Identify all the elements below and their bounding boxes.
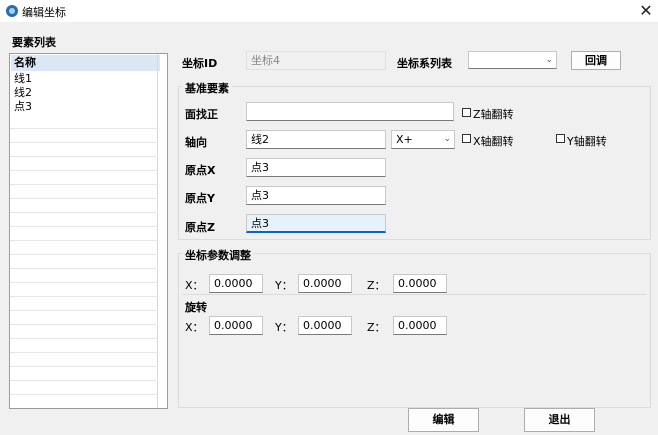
offset-y-input[interactable]: 0.0000 — [298, 274, 352, 293]
offset-z-label: Z： — [367, 279, 386, 292]
rotate-caption: 旋转 — [185, 301, 207, 314]
list-gridline — [10, 324, 158, 325]
x-flip-label: X轴翻转 — [473, 135, 514, 148]
rotate-y-input[interactable]: 0.0000 — [298, 316, 352, 335]
origin-z-input[interactable]: 点3 — [246, 214, 386, 233]
adjust-group-title: 坐标参数调整 — [182, 247, 254, 263]
list-gridline — [10, 282, 158, 283]
edit-button[interactable]: 编辑 — [408, 408, 479, 432]
list-gridline — [10, 184, 158, 185]
list-gridline — [10, 366, 158, 367]
axis-label: 轴向 — [185, 136, 207, 149]
list-column-divider — [157, 54, 158, 408]
origin-y-input[interactable]: 点3 — [246, 186, 386, 205]
offset-x-input[interactable]: 0.0000 — [209, 274, 263, 293]
list-gridline — [10, 128, 158, 129]
list-gridline — [10, 338, 158, 339]
list-gridline — [10, 394, 158, 395]
list-gridline — [10, 142, 158, 143]
close-icon[interactable]: ✕ — [636, 1, 656, 21]
window-title: 编辑坐标 — [22, 6, 66, 19]
offset-z-input[interactable]: 0.0000 — [393, 274, 447, 293]
list-item[interactable]: 线1 — [11, 72, 160, 86]
list-gridline — [10, 352, 158, 353]
list-gridline — [10, 268, 158, 269]
list-item[interactable]: 线2 — [11, 86, 160, 100]
list-gridline — [10, 212, 158, 213]
origin-y-label: 原点Y — [185, 192, 215, 205]
chevron-down-icon: ⌄ — [443, 134, 451, 144]
axis-direction-select[interactable]: X+ ⌄ — [391, 130, 455, 149]
title-bar — [0, 0, 658, 22]
origin-z-label: 原点Z — [185, 221, 215, 234]
rotate-y-label: Y： — [275, 321, 293, 334]
y-flip-checkbox[interactable] — [556, 134, 565, 143]
list-gridline — [10, 156, 158, 157]
offset-y-label: Y： — [275, 279, 293, 292]
list-gridline — [10, 310, 158, 311]
return-button[interactable]: 回调 — [571, 51, 621, 70]
coord-series-select[interactable]: ⌄ — [468, 51, 557, 69]
coord-series-label: 坐标系列表 — [397, 57, 452, 70]
z-flip-checkbox[interactable] — [462, 108, 471, 117]
exit-button[interactable]: 退出 — [524, 408, 595, 432]
origin-x-label: 原点X — [185, 164, 216, 177]
list-gridline — [10, 380, 158, 381]
face-align-input[interactable] — [246, 102, 454, 121]
face-align-label: 面找正 — [185, 108, 218, 121]
z-flip-label: Z轴翻转 — [473, 108, 514, 121]
rotate-x-input[interactable]: 0.0000 — [209, 316, 263, 335]
list-header[interactable]: 名称 — [11, 55, 160, 71]
y-flip-label: Y轴翻转 — [567, 135, 607, 148]
coord-id-field: 坐标4 — [246, 51, 386, 70]
list-gridline — [10, 296, 158, 297]
app-icon — [6, 5, 18, 17]
x-flip-checkbox[interactable] — [462, 134, 471, 143]
axis-direction-value: X+ — [396, 133, 413, 146]
axis-input[interactable]: 线2 — [246, 130, 386, 149]
list-gridline — [10, 240, 158, 241]
coord-id-label: 坐标ID — [182, 57, 218, 70]
adjust-divider — [182, 294, 647, 295]
element-list[interactable]: 名称 线1 线2 点3 — [9, 53, 168, 409]
list-gridline — [10, 198, 158, 199]
chevron-down-icon: ⌄ — [545, 55, 553, 65]
base-group-title: 基准要素 — [182, 80, 232, 96]
origin-x-input[interactable]: 点3 — [246, 158, 386, 177]
rotate-x-label: X： — [185, 321, 204, 334]
list-gridline — [10, 170, 158, 171]
list-gridline — [10, 254, 158, 255]
offset-x-label: X： — [185, 279, 204, 292]
list-caption: 要素列表 — [12, 36, 56, 49]
list-gridline — [10, 226, 158, 227]
rotate-z-label: Z： — [367, 321, 386, 334]
list-item[interactable]: 点3 — [11, 100, 160, 114]
rotate-z-input[interactable]: 0.0000 — [393, 316, 447, 335]
